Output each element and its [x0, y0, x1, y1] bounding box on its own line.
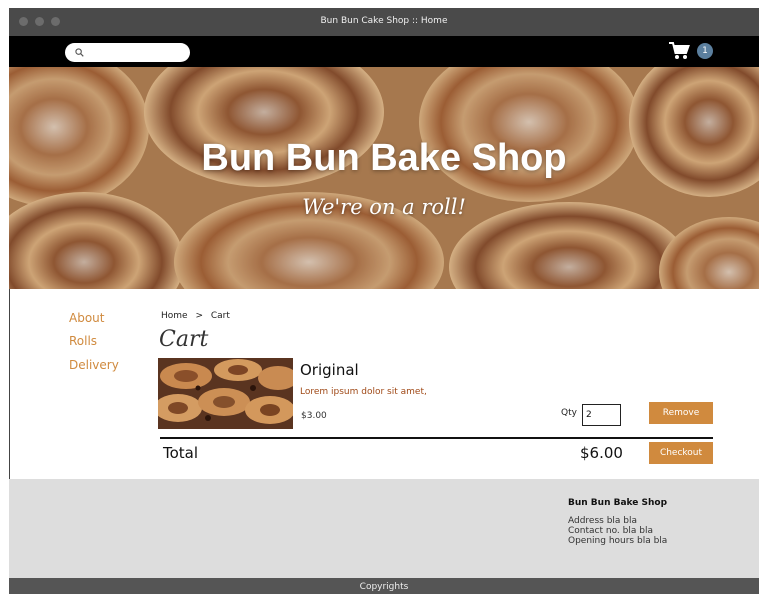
hero-title: Bun Bun Bake Shop [201, 137, 567, 179]
breadcrumb-current: Cart [210, 311, 230, 321]
remove-button[interactable]: Remove [649, 402, 713, 424]
hero-banner: Bun Bun Bake Shop We're on a roll! [9, 67, 759, 289]
breadcrumb-home[interactable]: Home [161, 311, 188, 321]
title-bar: Bun Bun Cake Shop :: Home [9, 8, 759, 36]
product-description: Lorem ipsum dolor sit amet, [300, 387, 427, 397]
product-name[interactable]: Original [300, 361, 359, 379]
breadcrumb: Home > Cart [161, 311, 230, 321]
main-content: About Rolls Delivery Home > Cart Cart Or… [9, 289, 759, 479]
quantity-input[interactable] [582, 404, 621, 426]
cart-count-badge[interactable]: 1 [697, 43, 713, 59]
sidebar-item-rolls[interactable]: Rolls [69, 334, 97, 348]
copyright-bar: Copyrights [9, 578, 759, 594]
search-input[interactable] [65, 43, 190, 62]
search-icon [75, 48, 84, 57]
total-label: Total [163, 444, 199, 462]
product-price: $3.00 [301, 411, 327, 421]
footer-hours: Opening hours bla bla [568, 536, 668, 546]
hero-tagline: We're on a roll! [302, 195, 466, 219]
footer-shop-name: Bun Bun Bake Shop [568, 498, 668, 508]
checkout-button[interactable]: Checkout [649, 442, 713, 464]
footer-contact: Contact no. bla bla [568, 526, 653, 536]
footer-address: Address bla bla [568, 516, 638, 526]
product-image [158, 358, 293, 429]
qty-label: Qty [561, 408, 577, 418]
window-title: Bun Bun Cake Shop :: Home [320, 16, 448, 26]
total-value: $6.00 [580, 444, 623, 462]
cart-icon[interactable] [669, 42, 690, 60]
sidebar-item-delivery[interactable]: Delivery [69, 358, 119, 372]
breadcrumb-separator: > [195, 311, 203, 321]
top-navbar: 1 [9, 36, 759, 67]
page-title: Cart [159, 327, 209, 352]
browser-window: Bun Bun Cake Shop :: Home 1 Bun Bun Bake… [9, 8, 759, 594]
sidebar-item-about[interactable]: About [69, 311, 104, 325]
cart-divider [160, 437, 713, 439]
footer: Bun Bun Bake Shop Address bla bla Contac… [9, 479, 759, 578]
